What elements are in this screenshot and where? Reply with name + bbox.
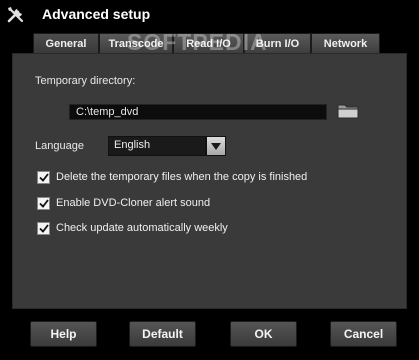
tab-transcode[interactable]: Transcode: [99, 33, 173, 53]
tools-icon: [7, 7, 24, 23]
language-value: English: [108, 136, 206, 156]
default-button[interactable]: Default: [129, 321, 196, 347]
tab-bar: General Transcode Read I/O Burn I/O Netw…: [33, 33, 380, 53]
help-button[interactable]: Help: [30, 321, 97, 347]
delete-temp-files-option[interactable]: Delete the temporary files when the copy…: [37, 169, 307, 185]
cancel-button[interactable]: Cancel: [330, 321, 397, 347]
dropdown-arrow-icon[interactable]: [206, 136, 226, 156]
window-title: Advanced setup: [42, 6, 151, 22]
alert-sound-checkbox[interactable]: [37, 196, 50, 210]
check-update-option[interactable]: Check update automatically weekly: [37, 220, 228, 236]
check-update-checkbox[interactable]: [37, 221, 50, 235]
check-update-label: Check update automatically weekly: [56, 222, 228, 234]
tab-network[interactable]: Network: [311, 33, 380, 53]
tab-general[interactable]: General: [33, 33, 99, 53]
delete-temp-files-label: Delete the temporary files when the copy…: [56, 171, 308, 183]
general-panel: Temporary directory: C:\temp_dvd Languag…: [12, 53, 407, 309]
tab-burn-io[interactable]: Burn I/O: [244, 33, 311, 53]
language-select[interactable]: English: [108, 136, 226, 156]
temp-dir-input[interactable]: C:\temp_dvd: [69, 104, 327, 120]
alert-sound-option[interactable]: Enable DVD-Cloner alert sound: [37, 195, 210, 211]
alert-sound-label: Enable DVD-Cloner alert sound: [56, 197, 211, 209]
ok-button[interactable]: OK: [230, 321, 297, 347]
temp-dir-label: Temporary directory:: [35, 75, 136, 87]
title-bar: Advanced setup: [0, 0, 419, 30]
tab-read-io[interactable]: Read I/O: [173, 33, 244, 53]
delete-temp-files-checkbox[interactable]: [37, 170, 50, 184]
language-label: Language: [35, 140, 84, 152]
folder-icon[interactable]: [335, 99, 361, 121]
